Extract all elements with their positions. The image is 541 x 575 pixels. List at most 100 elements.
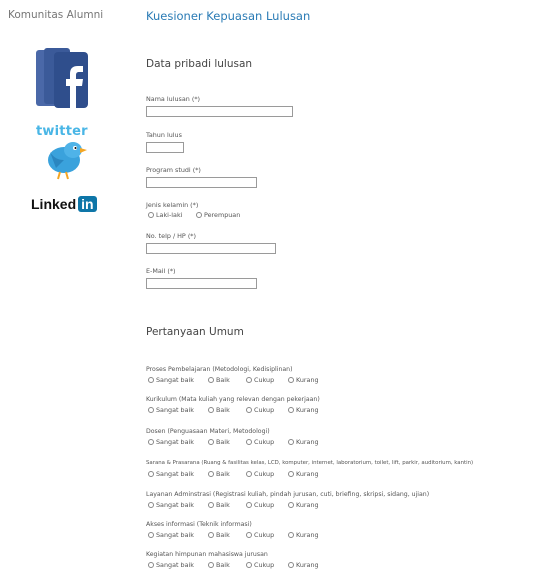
radio-icon[interactable] bbox=[148, 502, 154, 508]
option-label: Kurang bbox=[296, 531, 319, 539]
rating-option-fair[interactable]: Cukup bbox=[246, 406, 274, 414]
rating-option-good[interactable]: Baik bbox=[208, 406, 230, 414]
rating-option-fair[interactable]: Cukup bbox=[246, 438, 274, 446]
rating-option-poor[interactable]: Kurang bbox=[288, 406, 319, 414]
rating-option-poor[interactable]: Kurang bbox=[288, 470, 319, 478]
linkedin-wordmark: Linked bbox=[31, 196, 77, 212]
option-label: Kurang bbox=[296, 470, 319, 478]
option-label: Kurang bbox=[296, 561, 319, 569]
name-label: Nama lulusan (*) bbox=[146, 95, 201, 103]
radio-icon[interactable] bbox=[208, 562, 214, 568]
rating-option-poor[interactable]: Kurang bbox=[288, 531, 319, 539]
option-label: Baik bbox=[216, 406, 230, 414]
option-label: Sangat baik bbox=[156, 531, 194, 539]
radio-icon[interactable] bbox=[288, 377, 294, 383]
option-label: Laki-laki bbox=[156, 211, 183, 219]
option-label: Baik bbox=[216, 376, 230, 384]
rating-option-very-good[interactable]: Sangat baik bbox=[148, 501, 194, 509]
radio-icon[interactable] bbox=[148, 377, 154, 383]
rating-option-good[interactable]: Baik bbox=[208, 501, 230, 509]
radio-icon[interactable] bbox=[288, 562, 294, 568]
question-label: Layanan Adminstrasi (Registrasi kuliah, … bbox=[146, 491, 430, 498]
rating-option-very-good[interactable]: Sangat baik bbox=[148, 376, 194, 384]
rating-option-good[interactable]: Baik bbox=[208, 531, 230, 539]
rating-option-good[interactable]: Baik bbox=[208, 438, 230, 446]
rating-option-fair[interactable]: Cukup bbox=[246, 561, 274, 569]
option-label: Cukup bbox=[254, 531, 275, 539]
rating-option-very-good[interactable]: Sangat baik bbox=[148, 561, 194, 569]
option-label: Baik bbox=[216, 561, 230, 569]
rating-option-very-good[interactable]: Sangat baik bbox=[148, 470, 194, 478]
question-label: Sarana & Prasarana (Ruang & fasilitas ke… bbox=[146, 460, 474, 466]
radio-icon[interactable] bbox=[148, 532, 154, 538]
name-input[interactable] bbox=[146, 106, 293, 117]
radio-icon[interactable] bbox=[246, 439, 252, 445]
rating-option-fair[interactable]: Cukup bbox=[246, 470, 274, 478]
email-input[interactable] bbox=[146, 278, 257, 289]
rating-option-fair[interactable]: Cukup bbox=[246, 531, 274, 539]
graduation-year-input[interactable] bbox=[146, 142, 184, 153]
option-label: Sangat baik bbox=[156, 406, 194, 414]
rating-option-very-good[interactable]: Sangat baik bbox=[148, 406, 194, 414]
radio-icon[interactable] bbox=[288, 471, 294, 477]
gender-option-female[interactable]: Perempuan bbox=[196, 211, 240, 219]
study-program-input[interactable] bbox=[146, 177, 257, 188]
graduation-year-label: Tahun lulus bbox=[146, 131, 182, 139]
radio-icon[interactable] bbox=[246, 377, 252, 383]
gender-label: Jenis kelamin (*) bbox=[146, 201, 199, 209]
radio-icon[interactable] bbox=[208, 502, 214, 508]
radio-icon[interactable] bbox=[208, 377, 214, 383]
rating-option-good[interactable]: Baik bbox=[208, 561, 230, 569]
phone-input[interactable] bbox=[146, 243, 276, 254]
radio-icon[interactable] bbox=[246, 532, 252, 538]
twitter-logo-icon[interactable]: twitter bbox=[34, 124, 98, 180]
rating-option-fair[interactable]: Cukup bbox=[246, 501, 274, 509]
rating-option-poor[interactable]: Kurang bbox=[288, 501, 319, 509]
radio-icon[interactable] bbox=[288, 439, 294, 445]
gender-option-male[interactable]: Laki-laki bbox=[148, 211, 182, 219]
question-label: Dosen (Penguasaan Materi, Metodologi) bbox=[146, 428, 270, 435]
rating-option-good[interactable]: Baik bbox=[208, 376, 230, 384]
radio-icon[interactable] bbox=[208, 532, 214, 538]
facebook-logo-icon[interactable] bbox=[34, 48, 92, 110]
option-label: Sangat baik bbox=[156, 470, 194, 478]
sidebar: Komunitas Alumni twitter Linked in bbox=[0, 0, 130, 575]
rating-option-poor[interactable]: Kurang bbox=[288, 561, 319, 569]
radio-icon[interactable] bbox=[246, 502, 252, 508]
radio-icon[interactable] bbox=[208, 407, 214, 413]
rating-option-poor[interactable]: Kurang bbox=[288, 438, 319, 446]
option-label: Baik bbox=[216, 501, 230, 509]
option-label: Cukup bbox=[254, 438, 275, 446]
question-label: Akses informasi (Teknik informasi) bbox=[146, 521, 252, 528]
radio-icon[interactable] bbox=[288, 532, 294, 538]
rating-option-fair[interactable]: Cukup bbox=[246, 376, 274, 384]
study-program-label: Program studi (*) bbox=[146, 166, 201, 174]
phone-label: No. telp / HP (*) bbox=[146, 232, 196, 240]
radio-icon[interactable] bbox=[148, 407, 154, 413]
option-label: Kurang bbox=[296, 406, 319, 414]
option-label: Sangat baik bbox=[156, 376, 194, 384]
email-label: E-Mail (*) bbox=[146, 267, 176, 275]
rating-option-good[interactable]: Baik bbox=[208, 470, 230, 478]
radio-icon[interactable] bbox=[288, 502, 294, 508]
radio-icon[interactable] bbox=[148, 562, 154, 568]
radio-icon[interactable] bbox=[148, 212, 154, 218]
questionnaire-form: Kuesioner Kepuasan Lulusan Data pribadi … bbox=[146, 0, 541, 575]
radio-icon[interactable] bbox=[148, 471, 154, 477]
option-label: Cukup bbox=[254, 470, 275, 478]
option-label: Kurang bbox=[296, 438, 319, 446]
sidebar-title: Komunitas Alumni bbox=[8, 9, 104, 21]
radio-icon[interactable] bbox=[148, 439, 154, 445]
rating-option-poor[interactable]: Kurang bbox=[288, 376, 319, 384]
radio-icon[interactable] bbox=[288, 407, 294, 413]
radio-icon[interactable] bbox=[196, 212, 202, 218]
radio-icon[interactable] bbox=[246, 562, 252, 568]
linkedin-logo-icon[interactable]: Linked in bbox=[31, 196, 97, 212]
rating-option-very-good[interactable]: Sangat baik bbox=[148, 531, 194, 539]
radio-icon[interactable] bbox=[246, 471, 252, 477]
radio-icon[interactable] bbox=[208, 471, 214, 477]
option-label: Cukup bbox=[254, 376, 275, 384]
rating-option-very-good[interactable]: Sangat baik bbox=[148, 438, 194, 446]
radio-icon[interactable] bbox=[208, 439, 214, 445]
radio-icon[interactable] bbox=[246, 407, 252, 413]
